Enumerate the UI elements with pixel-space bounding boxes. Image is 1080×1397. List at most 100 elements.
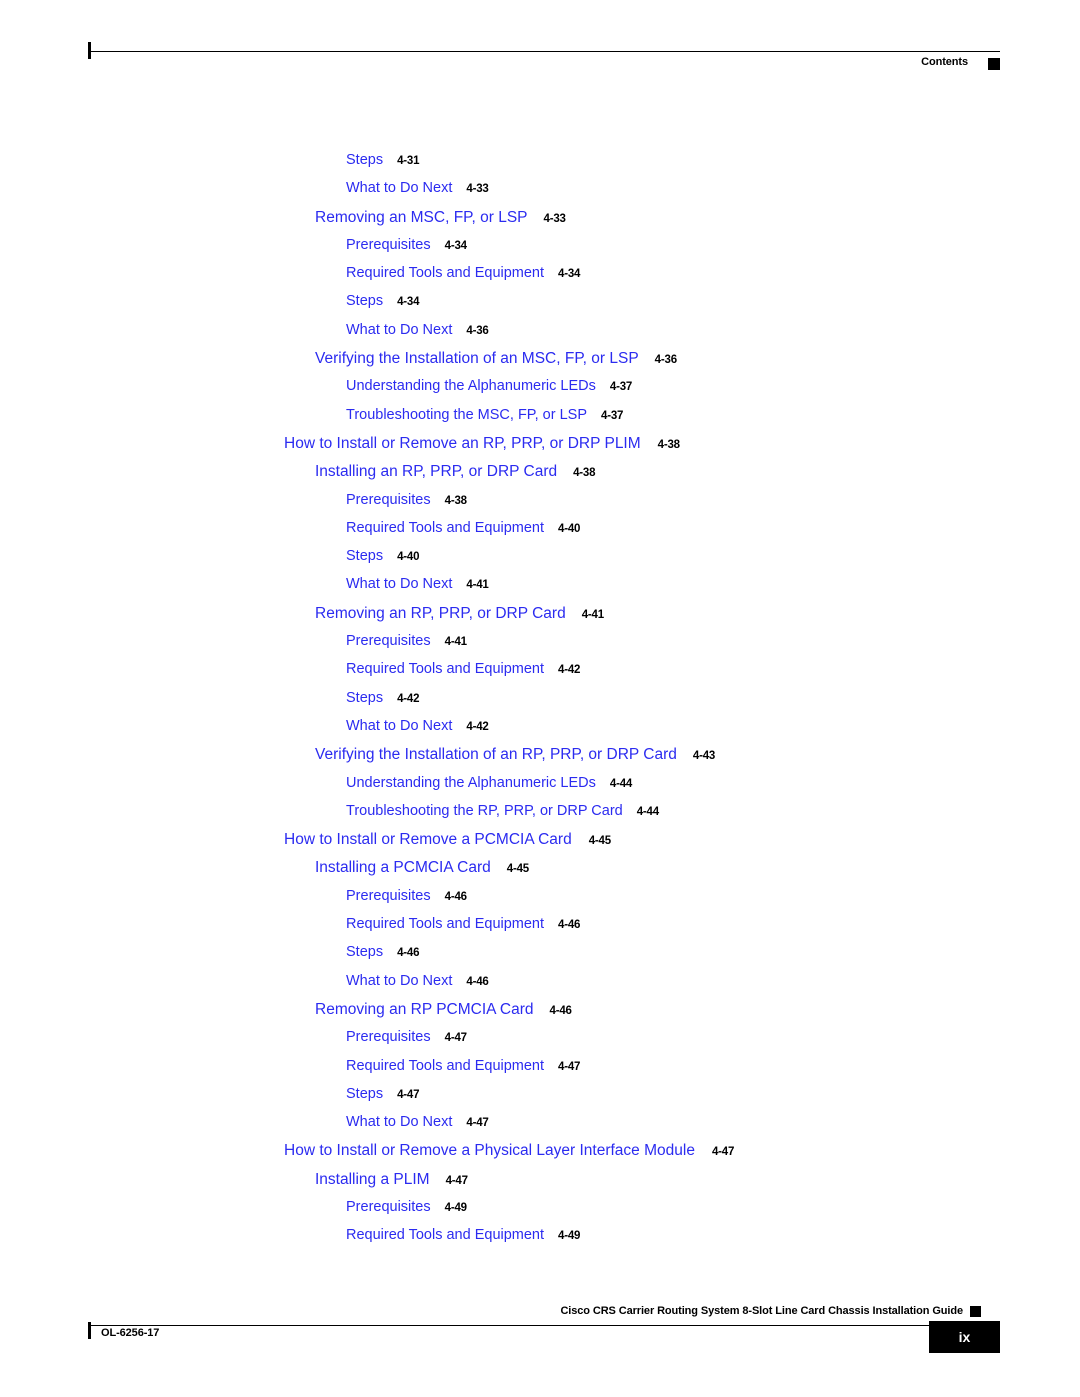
toc-entry[interactable]: What to Do Next 4-42 bbox=[0, 718, 1080, 746]
toc-entry-title[interactable]: Removing an MSC, FP, or LSP bbox=[315, 209, 528, 227]
toc-entry[interactable]: Prerequisites 4-34 bbox=[0, 237, 1080, 265]
toc-entry-page-number: 4-46 bbox=[444, 890, 467, 903]
toc-entry[interactable]: Required Tools and Equipment 4-40 bbox=[0, 520, 1080, 548]
toc-entry-title[interactable]: Steps bbox=[346, 152, 383, 168]
toc-entry[interactable]: Steps 4-42 bbox=[0, 690, 1080, 718]
toc-entry-title[interactable]: Steps bbox=[346, 293, 383, 309]
toc-entry[interactable]: Installing a PLIM 4-47 bbox=[0, 1171, 1080, 1199]
toc-entry[interactable]: Steps 4-31 bbox=[0, 152, 1080, 180]
toc-entry-page-number: 4-37 bbox=[609, 381, 633, 394]
toc-entry-title[interactable]: Removing an RP PCMCIA Card bbox=[315, 1001, 534, 1019]
toc-entry[interactable]: Prerequisites 4-41 bbox=[0, 633, 1080, 661]
toc-entry-title[interactable]: Troubleshooting the MSC, FP, or LSP bbox=[346, 407, 587, 423]
toc-entry-title[interactable]: Steps bbox=[346, 690, 383, 706]
footer-rule-tick bbox=[88, 1322, 91, 1339]
toc-entry-title[interactable]: What to Do Next bbox=[346, 973, 452, 989]
toc-entry[interactable]: Steps 4-47 bbox=[0, 1086, 1080, 1114]
toc-entry[interactable]: Understanding the Alphanumeric LEDs 4-44 bbox=[0, 775, 1080, 803]
toc-entry[interactable]: Troubleshooting the MSC, FP, or LSP 4-37 bbox=[0, 407, 1080, 435]
toc-entry-title[interactable]: What to Do Next bbox=[346, 576, 452, 592]
toc-entry-title[interactable]: Required Tools and Equipment bbox=[346, 916, 544, 932]
toc-entry[interactable]: What to Do Next 4-33 bbox=[0, 180, 1080, 208]
toc-entry-page-number: 4-34 bbox=[397, 296, 420, 309]
toc-entry[interactable]: Installing a PCMCIA Card 4-45 bbox=[0, 859, 1080, 887]
toc-entry[interactable]: What to Do Next 4-36 bbox=[0, 322, 1080, 350]
toc-entry-title[interactable]: Installing a PCMCIA Card bbox=[315, 859, 491, 877]
toc-entry-title[interactable]: Prerequisites bbox=[346, 237, 431, 253]
toc-entry[interactable]: How to Install or Remove a PCMCIA Card 4-… bbox=[0, 831, 1080, 859]
toc-entry-title[interactable]: Verifying the Installation of an RP, PRP… bbox=[315, 746, 677, 764]
toc-entry-title[interactable]: Required Tools and Equipment bbox=[346, 265, 544, 281]
toc-entry-page-number: 4-47 bbox=[445, 1174, 468, 1187]
toc-entry-title[interactable]: Verifying the Installation of an MSC, FP… bbox=[315, 350, 639, 368]
toc-entry-title[interactable]: How to Install or Remove a PCMCIA Card bbox=[284, 831, 572, 849]
toc-entry-page-number: 4-36 bbox=[654, 354, 677, 367]
toc-entry-title[interactable]: Troubleshooting the RP, PRP, or DRP Card bbox=[346, 803, 623, 819]
toc-entry[interactable]: What to Do Next 4-47 bbox=[0, 1114, 1080, 1142]
toc-entry[interactable]: Removing an MSC, FP, or LSP 4-33 bbox=[0, 209, 1080, 237]
toc-entry-title[interactable]: What to Do Next bbox=[346, 322, 452, 338]
toc-entry[interactable]: Required Tools and Equipment 4-34 bbox=[0, 265, 1080, 293]
toc-entry-title[interactable]: Prerequisites bbox=[346, 1199, 431, 1215]
toc-entry-title[interactable]: How to Install or Remove a Physical Laye… bbox=[284, 1142, 695, 1160]
toc-entry-page-number: 4-49 bbox=[444, 1201, 467, 1214]
toc-entry-title[interactable]: Steps bbox=[346, 944, 383, 960]
toc-entry[interactable]: Verifying the Installation of an MSC, FP… bbox=[0, 350, 1080, 378]
toc-entry-title[interactable]: Removing an RP, PRP, or DRP Card bbox=[315, 605, 566, 623]
toc-entry-title[interactable]: What to Do Next bbox=[346, 718, 452, 734]
footer-document-id: OL-6256-17 bbox=[101, 1327, 160, 1339]
toc-entry[interactable]: Verifying the Installation of an RP, PRP… bbox=[0, 746, 1080, 774]
toc-entry[interactable]: Removing an RP PCMCIA Card 4-46 bbox=[0, 1001, 1080, 1029]
header-rule bbox=[88, 51, 1000, 52]
toc-entry-page-number: 4-38 bbox=[573, 467, 596, 480]
toc-entry-title[interactable]: Required Tools and Equipment bbox=[346, 1058, 544, 1074]
toc-entry-page-number: 4-47 bbox=[558, 1060, 581, 1073]
toc-entry-title[interactable]: Installing an RP, PRP, or DRP Card bbox=[315, 463, 557, 481]
toc-entry[interactable]: Steps 4-40 bbox=[0, 548, 1080, 576]
toc-entry[interactable]: Prerequisites 4-46 bbox=[0, 888, 1080, 916]
toc-entry-title[interactable]: Required Tools and Equipment bbox=[346, 1227, 544, 1243]
toc-entry-page-number: 4-41 bbox=[581, 608, 604, 621]
toc-entry-page-number: 4-45 bbox=[588, 835, 611, 848]
toc-entry[interactable]: How to Install or Remove a Physical Laye… bbox=[0, 1142, 1080, 1170]
toc-entry-page-number: 4-42 bbox=[397, 692, 420, 705]
toc-entry-title[interactable]: Required Tools and Equipment bbox=[346, 661, 544, 677]
toc-entry-title[interactable]: What to Do Next bbox=[346, 180, 452, 196]
toc-entry[interactable]: Steps 4-46 bbox=[0, 944, 1080, 972]
toc-entry-page-number: 4-36 bbox=[466, 324, 489, 337]
page-number-badge: ix bbox=[929, 1321, 1000, 1353]
toc-entry[interactable]: What to Do Next 4-41 bbox=[0, 576, 1080, 604]
footer-document-title: Cisco CRS Carrier Routing System 8-Slot … bbox=[560, 1305, 963, 1317]
toc-entry-page-number: 4-42 bbox=[466, 720, 489, 733]
toc-entry-title[interactable]: Required Tools and Equipment bbox=[346, 520, 544, 536]
toc-entry[interactable]: Prerequisites 4-49 bbox=[0, 1199, 1080, 1227]
toc-entry-title[interactable]: Steps bbox=[346, 548, 383, 564]
page-header: Contents bbox=[88, 42, 1000, 92]
toc-entry-title[interactable]: Steps bbox=[346, 1086, 383, 1102]
toc-entry[interactable]: What to Do Next 4-46 bbox=[0, 973, 1080, 1001]
toc-entry[interactable]: Understanding the Alphanumeric LEDs 4-37 bbox=[0, 378, 1080, 406]
toc-entry-title[interactable]: How to Install or Remove an RP, PRP, or … bbox=[284, 435, 641, 453]
toc-entry-title[interactable]: Prerequisites bbox=[346, 492, 431, 508]
toc-entry-title[interactable]: Prerequisites bbox=[346, 1029, 431, 1045]
toc-entry-title[interactable]: Understanding the Alphanumeric LEDs bbox=[346, 775, 596, 791]
toc-entry[interactable]: Removing an RP, PRP, or DRP Card 4-41 bbox=[0, 605, 1080, 633]
toc-entry[interactable]: Required Tools and Equipment 4-47 bbox=[0, 1058, 1080, 1086]
toc-entry[interactable]: Installing an RP, PRP, or DRP Card 4-38 bbox=[0, 463, 1080, 491]
toc-entry-page-number: 4-47 bbox=[711, 1146, 735, 1159]
toc-entry-title[interactable]: Installing a PLIM bbox=[315, 1171, 430, 1189]
toc-entry[interactable]: Required Tools and Equipment 4-49 bbox=[0, 1227, 1080, 1255]
toc-entry[interactable]: Troubleshooting the RP, PRP, or DRP Card… bbox=[0, 803, 1080, 831]
toc-entry[interactable]: Steps 4-34 bbox=[0, 293, 1080, 321]
toc-entry-title[interactable]: Prerequisites bbox=[346, 633, 431, 649]
toc-entry-page-number: 4-44 bbox=[636, 805, 659, 818]
toc-entry[interactable]: Prerequisites 4-38 bbox=[0, 492, 1080, 520]
toc-entry[interactable]: Required Tools and Equipment 4-46 bbox=[0, 916, 1080, 944]
toc-entry-page-number: 4-42 bbox=[558, 664, 581, 677]
toc-entry[interactable]: How to Install or Remove an RP, PRP, or … bbox=[0, 435, 1080, 463]
toc-entry-title[interactable]: Prerequisites bbox=[346, 888, 431, 904]
toc-entry-title[interactable]: Understanding the Alphanumeric LEDs bbox=[346, 378, 596, 394]
toc-entry[interactable]: Required Tools and Equipment 4-42 bbox=[0, 661, 1080, 689]
toc-entry[interactable]: Prerequisites 4-47 bbox=[0, 1029, 1080, 1057]
toc-entry-title[interactable]: What to Do Next bbox=[346, 1114, 452, 1130]
